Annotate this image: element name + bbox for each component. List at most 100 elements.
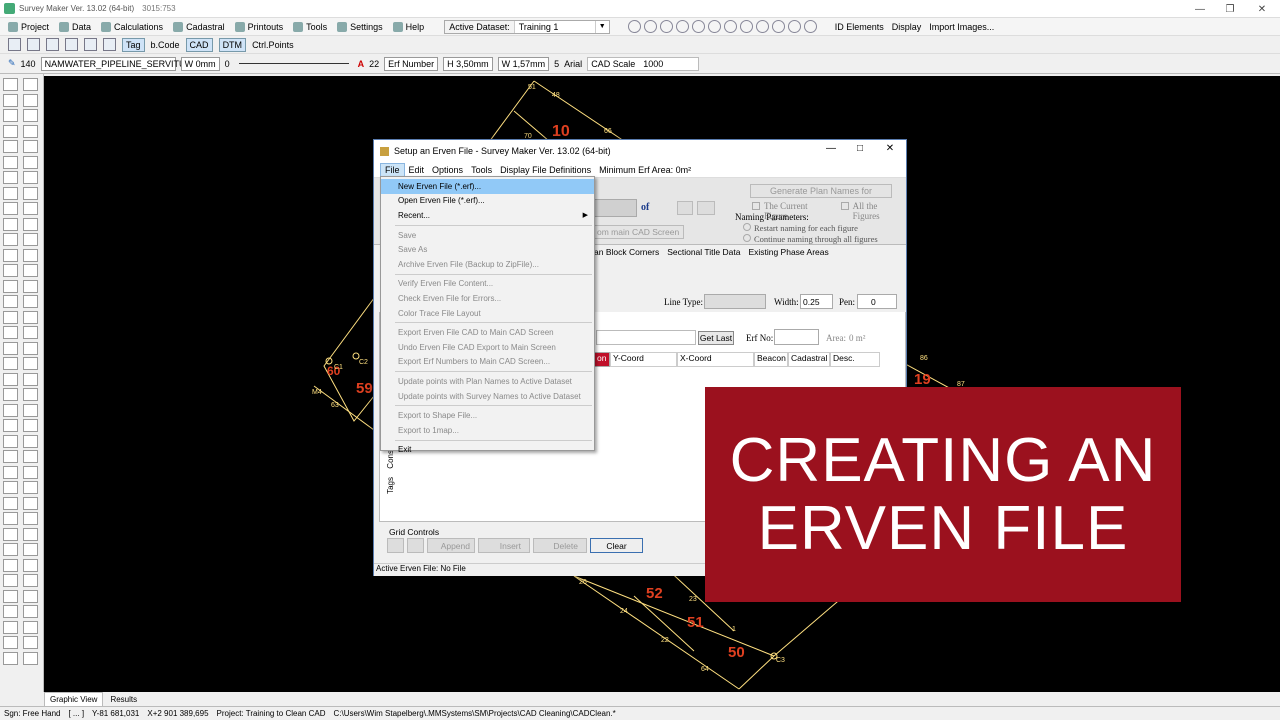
draw-tool-icon[interactable] [22, 419, 38, 432]
draw-tool-icon[interactable] [22, 558, 38, 572]
file-menu-item[interactable]: New Erven File (*.erf)... [381, 179, 594, 194]
grid-col-header[interactable]: Y-Coord [610, 352, 677, 367]
draw-tool-icon[interactable] [22, 372, 38, 386]
snap-icon[interactable] [643, 20, 657, 33]
tab-block-corners[interactable]: an Block Corners [594, 247, 659, 257]
draw-tool-icon[interactable] [3, 264, 18, 277]
menu-calculations[interactable]: Calculations [101, 21, 163, 32]
line-type-select[interactable] [704, 294, 766, 309]
draw-tool-icon[interactable] [22, 140, 38, 153]
draw-tool-icon[interactable] [22, 543, 38, 556]
draw-tool-icon[interactable] [3, 465, 18, 479]
draw-tool-icon[interactable] [22, 465, 38, 479]
draw-tool-icon[interactable] [3, 403, 18, 417]
draw-tool-icon[interactable] [22, 636, 38, 649]
draw-tool-icon[interactable] [22, 217, 38, 231]
draw-tool-icon[interactable] [3, 512, 18, 525]
draw-tool-icon[interactable] [22, 605, 38, 618]
ctrl-points-button[interactable]: Ctrl.Points [252, 40, 294, 50]
draw-tool-icon[interactable] [22, 403, 38, 417]
line-style-number[interactable]: 0 [225, 59, 230, 69]
pen-select[interactable]: 0 [857, 294, 897, 309]
menu-cadastral[interactable]: Cadastral [173, 21, 225, 32]
draw-tool-icon[interactable] [22, 574, 38, 587]
menu-help[interactable]: Help [392, 21, 424, 32]
move-down-icon[interactable] [407, 538, 424, 553]
text-style-field[interactable]: Erf Number [384, 56, 439, 71]
draw-tool-icon[interactable] [3, 109, 18, 122]
file-menu-item[interactable]: Exit [381, 443, 594, 458]
draw-tool-icon[interactable] [3, 434, 18, 448]
snap-icon[interactable] [803, 20, 817, 33]
grid-col-header[interactable]: on [594, 352, 610, 367]
cad-scale-field[interactable]: CAD Scale 1000 [587, 56, 700, 71]
delete-button[interactable]: Delete [533, 538, 587, 553]
draw-tool-icon[interactable] [3, 295, 18, 308]
snap-icon[interactable] [675, 20, 689, 33]
draw-tool-icon[interactable] [3, 636, 18, 649]
from-main-cad-button[interactable]: om main CAD Screen [594, 225, 684, 239]
dialog-menu-edit[interactable]: Edit [405, 163, 429, 177]
draw-tool-icon[interactable] [3, 171, 18, 184]
snap-icon[interactable] [659, 20, 673, 33]
snap-icon[interactable] [707, 20, 721, 33]
draw-tool-icon[interactable] [22, 651, 38, 665]
draw-tool-icon[interactable] [22, 310, 38, 324]
menu-data[interactable]: Data [59, 21, 91, 32]
draw-tool-icon[interactable] [22, 357, 38, 370]
draw-tool-icon[interactable] [3, 450, 18, 463]
draw-tool-icon[interactable] [22, 264, 38, 277]
figure-select[interactable] [594, 199, 637, 217]
file-menu-item[interactable]: Open Erven File (*.erf)... [381, 194, 594, 209]
draw-tool-icon[interactable] [22, 202, 38, 215]
draw-tool-icon[interactable] [22, 124, 38, 138]
continue-naming-radio[interactable] [743, 234, 751, 242]
clear-button[interactable]: Clear [590, 538, 643, 553]
zoom-in-icon[interactable] [27, 38, 40, 51]
generate-plan-names-button[interactable]: Generate Plan Names for [750, 184, 892, 198]
grid-col-header[interactable]: Beacon [754, 352, 788, 367]
minimize-icon[interactable]: — [816, 143, 846, 154]
dialog-menu-options[interactable]: Options [428, 163, 467, 177]
tag-button[interactable]: Tag [122, 37, 145, 52]
draw-tool-icon[interactable] [3, 310, 18, 324]
grid-col-header[interactable]: X-Coord [677, 352, 754, 367]
active-dataset-select[interactable]: Active Dataset: Training 1 ▼ [444, 19, 610, 34]
pan-icon[interactable] [8, 38, 21, 51]
erf-no-input[interactable] [774, 329, 819, 345]
snap-icon[interactable] [691, 20, 705, 33]
draw-tool-icon[interactable] [3, 574, 18, 587]
menu-printouts[interactable]: Printouts [234, 21, 283, 32]
width-select[interactable]: 0.25 [800, 294, 833, 309]
draw-tool-icon[interactable] [3, 605, 18, 618]
draw-tool-icon[interactable] [22, 155, 38, 169]
draw-tool-icon[interactable] [3, 233, 18, 246]
draw-tool-icon[interactable] [3, 651, 18, 665]
draw-tool-icon[interactable] [3, 527, 18, 541]
draw-tool-icon[interactable] [22, 186, 38, 200]
draw-tool-icon[interactable] [3, 279, 18, 293]
grid-col-header[interactable]: Cadastral [788, 352, 830, 367]
tab-graphic-view[interactable]: Graphic View [44, 692, 104, 706]
draw-tool-icon[interactable] [22, 326, 38, 339]
draw-tool-icon[interactable] [22, 78, 38, 91]
menu-display[interactable]: Display [892, 22, 922, 32]
restart-naming-radio[interactable] [743, 223, 751, 231]
snap-icon[interactable] [723, 20, 737, 33]
all-figures-checkbox[interactable] [840, 202, 849, 210]
refresh-icon[interactable] [103, 38, 116, 51]
draw-tool-icon[interactable] [3, 155, 18, 169]
snap-icon[interactable] [787, 20, 801, 33]
draw-tool-icon[interactable] [3, 202, 18, 215]
draw-tool-icon[interactable] [3, 481, 18, 494]
text-color-icon[interactable]: A [358, 59, 365, 69]
draw-tool-icon[interactable] [3, 78, 18, 91]
draw-tool-icon[interactable] [3, 124, 18, 138]
last-figure-button[interactable] [697, 201, 715, 215]
dtm-button[interactable]: DTM [218, 37, 247, 52]
draw-tool-icon[interactable] [3, 419, 18, 432]
snap-icon[interactable] [771, 20, 785, 33]
file-menu-item[interactable]: Recent... ▶ [381, 208, 594, 223]
chevron-down-icon[interactable]: ▼ [594, 20, 609, 33]
draw-tool-icon[interactable] [22, 109, 38, 122]
